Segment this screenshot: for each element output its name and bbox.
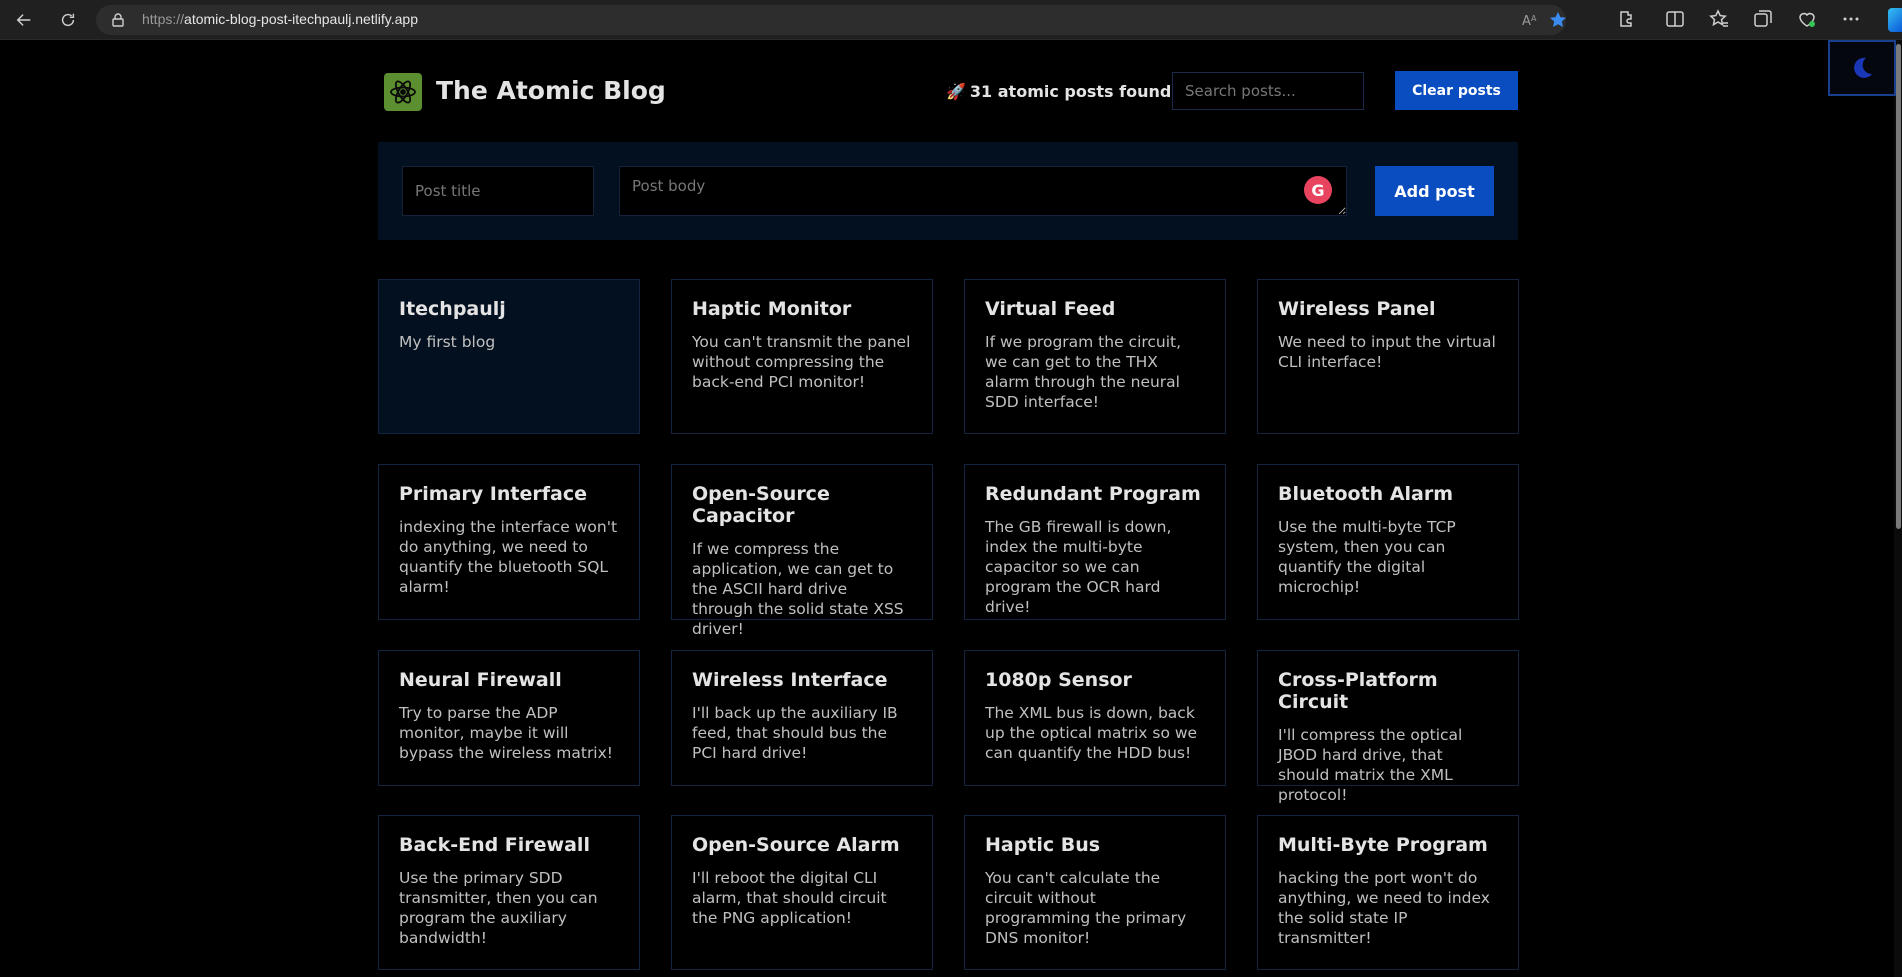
post-card: Itechpaulj My first blog — [378, 279, 640, 434]
post-body: Try to parse the ADP monitor, maybe it w… — [399, 704, 614, 762]
post-body: You can't calculate the circuit without … — [985, 869, 1187, 947]
favorite-star-icon[interactable] — [1548, 10, 1568, 30]
post-card: Wireless Interface I'll back up the auxil… — [671, 650, 933, 786]
post-body: hacking the port won't do anything, we n… — [1278, 869, 1490, 947]
lock-icon — [112, 13, 124, 27]
post-card: Neural Firewall Try to parse the ADP moni… — [378, 650, 640, 786]
post-title: Virtual Feed — [985, 298, 1116, 320]
post-card: Open-Source Alarm I'll reboot the digital… — [671, 815, 933, 970]
post-title: Wireless Interface — [692, 669, 888, 691]
browser-toolbar: https://atomic-blog-post-itechpaulj.netl… — [0, 0, 1902, 40]
post-body: I'll compress the optical JBOD hard driv… — [1278, 726, 1463, 804]
post-card: Haptic Monitor You can't transmit the pan… — [671, 279, 933, 434]
split-screen-icon[interactable] — [1664, 8, 1686, 30]
post-title: Haptic Monitor — [692, 298, 852, 320]
post-body: The GB firewall is down, index the multi… — [985, 518, 1172, 616]
collections-icon[interactable] — [1752, 8, 1774, 30]
post-card: Primary Interface indexing the interface … — [378, 464, 640, 620]
svg-text:A: A — [1531, 14, 1537, 23]
post-title: 1080p Sensor — [985, 669, 1132, 691]
post-card: Open-Source Capacitor If we compress the … — [671, 464, 933, 638]
search-input[interactable] — [1172, 72, 1364, 110]
url-text: https://atomic-blog-post-itechpaulj.netl… — [142, 11, 419, 27]
post-card: 1080p Sensor The XML bus is down, back up… — [964, 650, 1226, 786]
post-body: I'll back up the auxiliary IB feed, that… — [692, 704, 898, 762]
post-title: Redundant Program — [985, 483, 1201, 505]
posts-count: 🚀 31 atomic posts found — [946, 82, 1172, 101]
post-title: Primary Interface — [399, 483, 587, 505]
post-card: Bluetooth Alarm Use the multi-byte TCP sy… — [1257, 464, 1519, 620]
post-title: Open-Source Capacitor — [692, 483, 830, 527]
clear-posts-button[interactable]: Clear posts — [1395, 71, 1518, 110]
browser-essentials-icon[interactable] — [1796, 8, 1818, 30]
post-body: If we program the circuit, we can get to… — [985, 333, 1182, 411]
refresh-icon[interactable] — [52, 6, 84, 34]
post-title: Cross-Platform Circuit — [1278, 669, 1438, 713]
post-body: We need to input the virtual CLI interfa… — [1278, 333, 1496, 371]
post-title: Itechpaulj — [399, 298, 506, 320]
site-header: The Atomic Blog 🚀31 atomic posts found C… — [378, 70, 1518, 112]
post-title: Bluetooth Alarm — [1278, 483, 1454, 505]
dark-mode-toggle[interactable] — [1828, 40, 1896, 96]
favorites-icon[interactable] — [1708, 8, 1730, 30]
post-title: Neural Firewall — [399, 669, 562, 691]
rocket-icon: 🚀 — [946, 82, 966, 101]
post-title: Open-Source Alarm — [692, 834, 900, 856]
post-card: Cross-Platform Circuit I'll compress the … — [1257, 650, 1519, 804]
post-body: I'll reboot the digital CLI alarm, that … — [692, 869, 887, 927]
post-body: The XML bus is down, back up the optical… — [985, 704, 1198, 762]
post-title-input[interactable] — [402, 166, 594, 216]
address-bar[interactable]: https://atomic-blog-post-itechpaulj.netl… — [96, 5, 1566, 35]
post-body: You can't transmit the panel without com… — [692, 333, 911, 391]
scrollbar-thumb[interactable] — [1896, 44, 1901, 529]
post-card: Redundant Program The GB firewall is down… — [964, 464, 1226, 620]
post-body: Use the primary SDD transmitter, then yo… — [399, 869, 598, 947]
page-title: The Atomic Blog — [436, 76, 666, 105]
post-card: Multi-Byte Program hacking the port won't… — [1257, 815, 1519, 970]
post-body: If we compress the application, we can g… — [692, 540, 904, 638]
post-title: Wireless Panel — [1278, 298, 1436, 320]
read-aloud-icon[interactable]: AA — [1520, 10, 1540, 30]
post-body: Use the multi-byte TCP system, then you … — [1278, 518, 1456, 596]
add-post-form: G Add post — [378, 142, 1518, 240]
post-body-input[interactable] — [619, 166, 1347, 216]
copilot-icon[interactable] — [1888, 8, 1902, 32]
post-title: Haptic Bus — [985, 834, 1101, 856]
extensions-icon[interactable] — [1616, 8, 1638, 30]
post-title: Back-End Firewall — [399, 834, 590, 856]
post-card: Wireless Panel We need to input the virtu… — [1257, 279, 1519, 434]
post-title: Multi-Byte Program — [1278, 834, 1488, 856]
more-menu-icon[interactable] — [1840, 8, 1862, 30]
svg-text:A: A — [1522, 14, 1531, 29]
atom-logo-icon — [384, 73, 422, 111]
back-arrow-icon[interactable] — [8, 6, 40, 34]
post-body: My first blog — [399, 333, 496, 351]
post-body: indexing the interface won't do anything… — [399, 518, 618, 596]
post-card: Virtual Feed If we program the circuit, w… — [964, 279, 1226, 434]
post-card: Haptic Bus You can't calculate the circui… — [964, 815, 1226, 970]
moon-icon — [1854, 57, 1872, 78]
grammarly-icon[interactable]: G — [1304, 176, 1332, 204]
add-post-button[interactable]: Add post — [1375, 166, 1494, 216]
post-card: Back-End Firewall Use the primary SDD tra… — [378, 815, 640, 970]
